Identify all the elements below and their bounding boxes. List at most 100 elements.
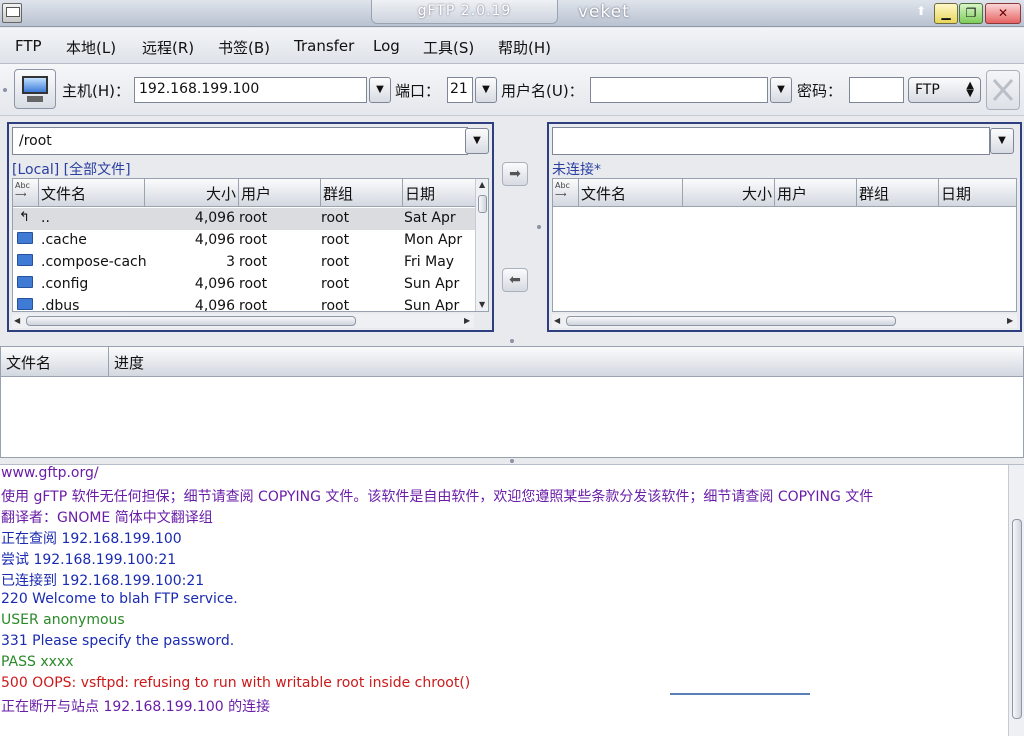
row-date: Mon Apr [404, 232, 463, 248]
col-date[interactable]: 日期 [939, 179, 1016, 207]
col-filename[interactable]: 文件名 [579, 179, 683, 207]
col-group[interactable]: 群组 [321, 179, 403, 207]
menu-help[interactable]: 帮助(H) [498, 37, 551, 58]
row-group: root [321, 254, 350, 270]
row-name: .compose-cach [41, 254, 147, 270]
app-icon[interactable] [2, 3, 22, 23]
scroll-thumb[interactable] [1012, 519, 1022, 719]
folder-icon [17, 276, 33, 288]
up-arrow-icon[interactable]: ⬆ [916, 4, 926, 18]
remote-path-input[interactable] [552, 127, 990, 155]
password-input[interactable] [849, 77, 904, 103]
local-list-header: Abc ⟶ 文件名 大小 用户 群组 日期 [13, 179, 475, 207]
remote-list-header: Abc ⟶ 文件名 大小 用户 群组 日期 [553, 179, 1016, 207]
row-user: root [239, 298, 268, 312]
window-title: gFTP 2.0.19 [371, 0, 558, 24]
pane-grip-icon[interactable] [510, 459, 514, 463]
remote-file-list: Abc ⟶ 文件名 大小 用户 群组 日期 [552, 178, 1017, 312]
remote-horizontal-scrollbar[interactable]: ◀ ▶ [552, 314, 1017, 328]
computer-base-icon [27, 96, 43, 102]
host-input[interactable]: 192.168.199.100 [134, 77, 367, 103]
menu-transfer[interactable]: Transfer [294, 37, 354, 55]
menu-local[interactable]: 本地(L) [66, 37, 116, 58]
col-user[interactable]: 用户 [239, 179, 321, 207]
col-size[interactable]: 大小 [683, 179, 775, 207]
remote-path-dropdown-button[interactable]: ▼ [990, 128, 1014, 154]
protocol-value: FTP [915, 82, 940, 98]
minimize-button[interactable]: ▁ [934, 3, 958, 24]
log-line: USER anonymous [1, 612, 125, 628]
menu-tools[interactable]: 工具(S) [423, 37, 474, 58]
scroll-thumb[interactable] [26, 316, 356, 326]
table-row[interactable]: ↰ .. 4,096 root root Sat Apr [13, 208, 475, 230]
local-panel: /root ▼ [Local] [全部文件] Abc ⟶ 文件名 大小 用户 群组… [7, 122, 494, 332]
pane-grip-icon[interactable] [537, 225, 541, 229]
local-status-label: [Local] [全部文件] [12, 162, 131, 178]
log-line: 正在断开与站点 192.168.199.100 的连接 [1, 699, 271, 715]
pane-grip-icon[interactable] [510, 339, 514, 343]
table-row[interactable]: .dbus 4,096 root root Sun Apr [13, 296, 475, 312]
log-line: 尝试 192.168.199.100:21 [1, 552, 177, 568]
row-group: root [321, 210, 350, 226]
menu-log[interactable]: Log [373, 37, 400, 55]
username-dropdown-button[interactable]: ▼ [770, 77, 792, 103]
log-divider [670, 693, 810, 695]
local-vertical-scrollbar[interactable]: ▲ ▼ [475, 179, 488, 311]
table-row[interactable]: .compose-cach 3 root root Fri May [13, 252, 475, 274]
password-label: 密码： [797, 82, 843, 100]
scroll-up-arrow-icon[interactable]: ▲ [479, 180, 485, 189]
port-input[interactable]: 21 [447, 77, 473, 103]
username-input[interactable] [590, 77, 768, 103]
transfer-queue: 文件名 进度 [0, 346, 1024, 458]
col-filename[interactable]: 文件名 [39, 179, 145, 207]
host-dropdown-button[interactable]: ▼ [369, 77, 391, 103]
upload-button[interactable]: ➡ [502, 162, 528, 186]
folder-icon [17, 232, 33, 244]
connect-button[interactable] [14, 69, 56, 109]
log-line: 使用 gFTP 软件无任何担保；细节请查阅 COPYING 文件。该软件是自由软… [1, 489, 874, 505]
local-path-dropdown-button[interactable]: ▼ [465, 128, 489, 154]
scroll-left-arrow-icon[interactable]: ◀ [554, 316, 560, 325]
maximize-button[interactable]: ❐ [959, 3, 983, 24]
local-path-input[interactable]: /root [12, 127, 468, 155]
window-user-label: veket [578, 2, 630, 22]
sort-abc-icon[interactable]: Abc ⟶ [553, 179, 579, 207]
col-queue-progress[interactable]: 进度 [109, 347, 1023, 377]
scroll-thumb[interactable] [566, 316, 896, 326]
row-size: 4,096 [194, 276, 235, 292]
col-group[interactable]: 群组 [857, 179, 939, 207]
log-line: 翻译者：GNOME 简体中文翻译组 [1, 510, 213, 526]
sort-abc-icon[interactable]: Abc ⟶ [13, 179, 39, 207]
col-queue-filename[interactable]: 文件名 [1, 347, 109, 377]
menu-remote[interactable]: 远程(R) [142, 37, 194, 58]
log-line: 正在查阅 192.168.199.100 [1, 531, 182, 547]
col-date[interactable]: 日期 [403, 179, 475, 207]
log-vertical-scrollbar[interactable] [1008, 465, 1024, 736]
disconnect-button[interactable] [986, 70, 1020, 110]
local-horizontal-scrollbar[interactable]: ◀ ▶ [12, 314, 474, 328]
table-row[interactable]: .config 4,096 root root Sun Apr [13, 274, 475, 296]
col-size[interactable]: 大小 [145, 179, 239, 207]
toolbar-grip-icon[interactable] [3, 88, 7, 92]
row-name: .. [41, 210, 50, 226]
row-group: root [321, 232, 350, 248]
scroll-thumb[interactable] [478, 195, 487, 213]
close-window-button[interactable]: ✕ [985, 3, 1021, 24]
scroll-left-arrow-icon[interactable]: ◀ [14, 316, 20, 325]
protocol-select[interactable]: FTP ▲ ▼ [908, 77, 981, 103]
menu-ftp[interactable]: FTP [15, 37, 42, 55]
row-group: root [321, 276, 350, 292]
download-button[interactable]: ⬅ [502, 268, 528, 292]
scroll-down-arrow-icon[interactable]: ▼ [479, 300, 485, 309]
menu-bookmarks[interactable]: 书签(B) [218, 37, 270, 58]
row-size: 3 [226, 254, 235, 270]
row-size: 4,096 [194, 210, 235, 226]
row-user: root [239, 276, 268, 292]
col-user[interactable]: 用户 [775, 179, 857, 207]
port-dropdown-button[interactable]: ▼ [475, 77, 497, 103]
row-user: root [239, 232, 268, 248]
scroll-right-arrow-icon[interactable]: ▶ [1007, 316, 1013, 325]
parent-dir-icon: ↰ [19, 210, 30, 225]
table-row[interactable]: .cache 4,096 root root Mon Apr [13, 230, 475, 252]
scroll-right-arrow-icon[interactable]: ▶ [464, 316, 470, 325]
